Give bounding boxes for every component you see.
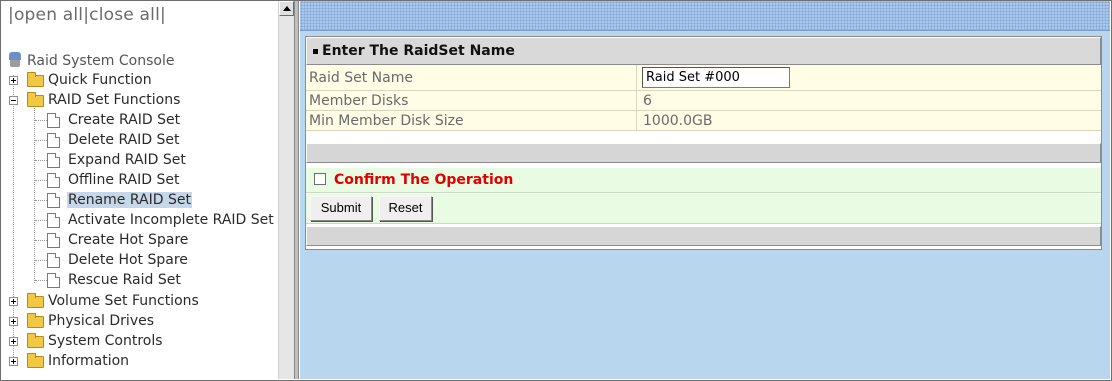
confirm-row: Confirm The Operation: [306, 168, 1101, 193]
column-divider: [636, 111, 637, 131]
bullet-icon: [313, 49, 318, 54]
tree-connector-line: [35, 260, 47, 262]
expand-plus-icon[interactable]: [9, 76, 18, 85]
document-icon: [47, 133, 60, 148]
raid-set-name-label: Raid Set Name: [309, 70, 413, 86]
folder-icon: [27, 333, 44, 348]
tree-connector-line: [35, 200, 47, 202]
document-icon: [47, 213, 60, 228]
min-member-disk-size-value: 1000.0GB: [643, 113, 713, 129]
tree-connector-line: [35, 140, 47, 142]
document-icon: [47, 193, 60, 208]
document-icon: [47, 113, 60, 128]
document-icon: [47, 153, 60, 168]
collapse-minus-icon[interactable]: [9, 96, 18, 105]
tree-item-activate-incomplete-raid-set[interactable]: Activate Incomplete RAID Set: [67, 210, 275, 230]
form-row-raid-set-name: Raid Set Name: [306, 65, 1101, 91]
close-all-link[interactable]: close all: [89, 5, 160, 25]
tree-vertical-scrollbar[interactable]: [278, 1, 294, 379]
document-icon: [47, 273, 60, 288]
tree-item-system-controls[interactable]: System Controls: [47, 331, 164, 351]
tree-root-raid-system-console[interactable]: Raid System Console: [26, 51, 175, 71]
confirm-label[interactable]: Confirm The Operation: [334, 168, 513, 192]
tree-root-label: Raid System Console: [27, 53, 175, 69]
tree-connector-line: [35, 280, 47, 282]
scroll-up-arrow-icon[interactable]: [279, 1, 294, 16]
form-row-min-member-disk-size: Min Member Disk Size 1000.0GB: [306, 111, 1101, 131]
tree-connector-line: [35, 180, 47, 182]
folder-icon: [27, 72, 44, 87]
open-close-links: |open all|close all|: [8, 5, 166, 25]
column-divider: [636, 65, 637, 91]
open-all-link[interactable]: open all: [14, 5, 83, 25]
content-pane: Enter The RaidSet Name Raid Set Name Mem…: [300, 1, 1110, 379]
tree-item-volume-set-functions[interactable]: Volume Set Functions: [47, 291, 200, 311]
submit-button[interactable]: Submit: [310, 196, 372, 221]
section-header: Enter The RaidSet Name: [306, 37, 1101, 65]
member-disks-value: 6: [643, 93, 652, 109]
folder-icon: [27, 353, 44, 368]
expand-plus-icon[interactable]: [9, 357, 18, 366]
reset-button[interactable]: Reset: [379, 196, 432, 221]
console-icon: [9, 52, 21, 67]
tree-item-offline-raid-set[interactable]: Offline RAID Set: [67, 170, 180, 190]
rename-raid-set-form: Enter The RaidSet Name Raid Set Name Mem…: [305, 36, 1102, 250]
expand-plus-icon[interactable]: [9, 297, 18, 306]
tree-item-expand-raid-set[interactable]: Expand RAID Set: [67, 150, 187, 170]
navigation-tree-pane: |open all|close all| Raid System Console…: [1, 1, 278, 379]
tree-connector-line: [35, 160, 47, 162]
folder-icon: [27, 313, 44, 328]
tree-item-physical-drives[interactable]: Physical Drives: [47, 311, 155, 331]
form-separator-bar: [306, 143, 1101, 163]
tree-item-create-hot-spare[interactable]: Create Hot Spare: [67, 230, 189, 250]
document-icon: [47, 233, 60, 248]
tree-item-rescue-raid-set[interactable]: Rescue Raid Set: [67, 270, 182, 290]
expand-plus-icon[interactable]: [9, 337, 18, 346]
form-row-member-disks: Member Disks 6: [306, 91, 1101, 111]
expand-plus-icon[interactable]: [9, 317, 18, 326]
buttons-row: Submit Reset: [306, 194, 1101, 224]
member-disks-label: Member Disks: [309, 93, 409, 109]
tree-item-rename-raid-set[interactable]: Rename RAID Set: [67, 190, 192, 210]
tree-connector-line: [35, 240, 47, 242]
tree-item-delete-hot-spare[interactable]: Delete Hot Spare: [67, 250, 189, 270]
column-divider: [636, 91, 637, 111]
document-icon: [47, 173, 60, 188]
tree-item-raid-set-functions[interactable]: RAID Set Functions: [47, 90, 181, 110]
folder-open-icon: [27, 92, 44, 107]
tree-item-delete-raid-set[interactable]: Delete RAID Set: [67, 130, 181, 150]
tree-item-create-raid-set[interactable]: Create RAID Set: [67, 110, 181, 130]
tree-connector-line: [34, 108, 36, 283]
tree-item-information[interactable]: Information: [47, 351, 130, 371]
tree-connector-line: [35, 120, 47, 122]
content-top-bar: [300, 1, 1110, 31]
tree-connector-line: [35, 220, 47, 222]
frame-splitter[interactable]: [294, 1, 299, 379]
tree-item-quick-function[interactable]: Quick Function: [47, 70, 153, 90]
raid-set-name-input[interactable]: [642, 67, 790, 88]
min-member-disk-size-label: Min Member Disk Size: [309, 113, 464, 129]
confirm-checkbox[interactable]: [314, 173, 326, 185]
folder-icon: [27, 293, 44, 308]
section-title: Enter The RaidSet Name: [322, 43, 515, 59]
form-footer-bar: [306, 226, 1101, 246]
document-icon: [47, 253, 60, 268]
